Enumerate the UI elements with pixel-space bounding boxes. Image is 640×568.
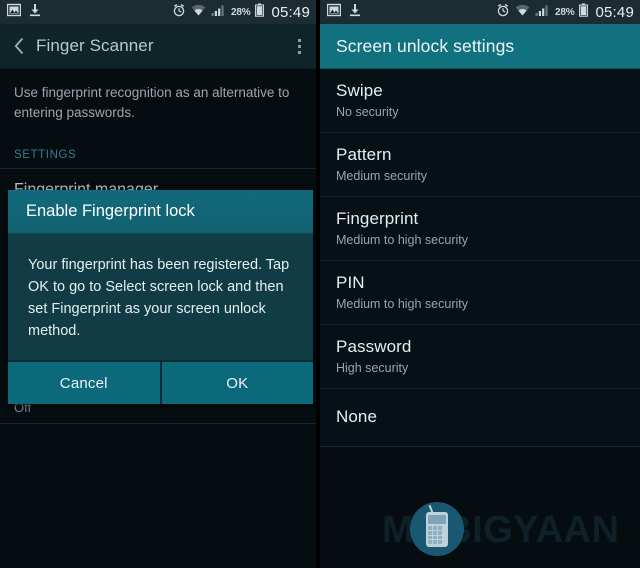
battery-icon	[579, 2, 589, 22]
list-item-pin[interactable]: PIN Medium to high security	[320, 261, 640, 325]
status-bar-clock: 05:49	[595, 3, 634, 21]
overflow-dot	[297, 50, 301, 54]
battery-percent-label: 28%	[555, 6, 575, 18]
right-action-bar: Screen unlock settings	[320, 24, 640, 69]
list-item-subtitle: Medium to high security	[336, 297, 469, 311]
list-item-title: Swipe	[336, 81, 383, 100]
overflow-dot	[297, 44, 301, 48]
list-item-subtitle: Medium security	[336, 169, 427, 183]
list-item-subtitle: No security	[336, 105, 399, 119]
list-item-password[interactable]: Password High security	[320, 325, 640, 389]
left-phone-panel: 28% 05:49 Finger Scanner Use fingerprint…	[0, 0, 316, 568]
wifi-icon	[191, 3, 206, 22]
screenshot-icon	[326, 3, 342, 22]
status-bar-left: 28% 05:49	[0, 0, 316, 24]
status-bar-right-right-icons: 28% 05:49	[496, 2, 634, 22]
fingerprint-description: Use fingerprint recognition as an altern…	[14, 85, 290, 120]
enable-fingerprint-lock-dialog: Enable Fingerprint lock Your fingerprint…	[8, 190, 313, 404]
list-item-title: Pattern	[336, 145, 392, 164]
list-item-fingerprint[interactable]: Fingerprint Medium to high security	[320, 197, 640, 261]
overflow-dot	[297, 38, 301, 42]
list-item-title: Fingerprint	[336, 209, 419, 228]
status-bar-right-left-icons	[326, 3, 361, 22]
screenshot-root: 28% 05:49 Finger Scanner Use fingerprint…	[0, 0, 640, 568]
ok-button[interactable]: OK	[161, 362, 313, 404]
back-chevron-icon[interactable]	[8, 35, 30, 57]
status-bar-left-icons	[6, 3, 41, 22]
signal-icon	[535, 3, 550, 22]
wifi-icon	[515, 3, 530, 22]
download-icon	[29, 3, 41, 22]
list-item-title: None	[336, 407, 378, 426]
list-item-pattern[interactable]: Pattern Medium security	[320, 133, 640, 197]
alarm-icon	[496, 3, 510, 22]
battery-icon	[255, 2, 265, 22]
list-item-subtitle: Medium to high security	[336, 233, 469, 247]
page-title-finger-scanner: Finger Scanner	[36, 36, 154, 55]
list-item-title: PIN	[336, 273, 365, 292]
left-action-bar: Finger Scanner	[0, 24, 316, 69]
status-bar-clock: 05:49	[271, 3, 310, 21]
list-divider	[0, 423, 316, 424]
download-icon	[349, 3, 361, 22]
page-title-screen-unlock-settings: Screen unlock settings	[336, 35, 515, 56]
right-phone-panel: 28% 05:49 Screen unlock settings Swipe N…	[320, 0, 640, 568]
screen-unlock-list: Swipe No security Pattern Medium securit…	[320, 69, 640, 568]
screenshot-icon	[6, 3, 22, 22]
signal-icon	[211, 3, 226, 22]
list-empty-space	[320, 447, 640, 568]
battery-percent-label: 28%	[231, 6, 251, 18]
dialog-button-row: Cancel OK	[8, 360, 313, 404]
dialog-title: Enable Fingerprint lock	[8, 190, 313, 234]
list-item-title: Password	[336, 337, 412, 356]
list-item-none[interactable]: None	[320, 389, 640, 447]
list-item-swipe[interactable]: Swipe No security	[320, 69, 640, 133]
dialog-message: Your fingerprint has been registered. Ta…	[28, 257, 290, 339]
list-item-subtitle: High security	[336, 361, 409, 375]
cancel-button[interactable]: Cancel	[8, 362, 160, 404]
overflow-menu-icon[interactable]	[288, 31, 310, 61]
alarm-icon	[172, 3, 186, 22]
status-bar-right: 28% 05:49	[320, 0, 640, 24]
status-bar-right-icons: 28% 05:49	[172, 2, 310, 22]
section-header-settings: SETTINGS	[0, 123, 316, 169]
